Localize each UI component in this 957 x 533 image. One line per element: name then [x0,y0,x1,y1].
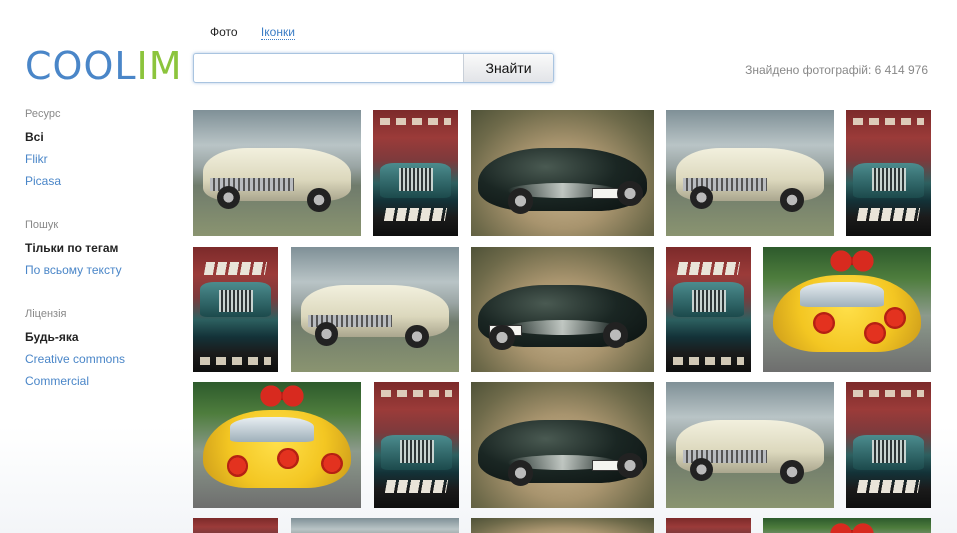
filter-option-picasa[interactable]: Picasa [25,170,175,192]
filter-group-title: Ліцензія [25,308,67,320]
result-image-roadster[interactable] [471,382,654,508]
filter-option-tags-only: Тільки по тегам [25,241,119,255]
results-count: Знайдено фотографій: 6 414 976 [745,63,928,77]
result-image-poster[interactable] [373,110,458,236]
tab-photo[interactable]: Фото [210,25,238,39]
filter-option-all: Всі [25,130,44,144]
result-image-flower-car[interactable] [763,247,931,372]
result-image-poster[interactable] [374,382,459,508]
result-image-chevy[interactable] [291,518,459,533]
result-image-chevy[interactable] [291,247,459,372]
result-image-chevy[interactable] [666,382,834,508]
result-image-chevy[interactable] [193,110,361,236]
result-image-poster-flipped[interactable] [193,247,278,372]
filter-group-search-mode: Пошук Тільки по тегам По всьому тексту [25,219,175,281]
result-image-roadster[interactable] [471,247,654,372]
filter-option-creative-commons[interactable]: Creative commons [25,348,175,370]
search-input[interactable] [194,54,463,82]
search-bar: Знайти [193,53,554,83]
result-image-poster[interactable] [846,382,931,508]
result-image-poster[interactable] [846,110,931,236]
filter-option-flikr[interactable]: Flikr [25,148,175,170]
logo-part-cool: COOL [25,44,137,88]
filter-group-title: Пошук [25,219,59,231]
filter-group-title: Ресурс [25,108,61,120]
filter-option-full-text[interactable]: По всьому тексту [25,259,175,281]
filter-group-source: Ресурс Всі Flikr Picasa [25,108,175,192]
result-image-roadster[interactable] [471,518,654,533]
filter-group-license: Ліцензія Будь-яка Creative commons Comme… [25,308,175,392]
result-image-chevy[interactable] [666,110,834,236]
result-image-roadster[interactable] [471,110,654,236]
filter-sidebar: Ресурс Всі Flikr Picasa Пошук Тільки по … [25,108,175,419]
tab-icons[interactable]: Іконки [260,25,295,40]
search-button[interactable]: Знайти [463,54,553,82]
search-type-tabs: Фото Іконки [210,25,315,40]
filter-option-any-license: Будь-яка [25,330,79,344]
result-image-flower-car[interactable] [193,382,361,508]
result-image-poster-flipped[interactable] [193,518,278,533]
result-image-flower-car[interactable] [763,518,931,533]
image-results-grid [193,110,938,533]
filter-option-commercial[interactable]: Commercial [25,370,175,392]
logo[interactable]: COOLIM [25,44,183,88]
logo-part-im: IM [136,44,183,88]
result-image-poster-flipped[interactable] [666,518,751,533]
result-image-poster-flipped[interactable] [666,247,751,372]
